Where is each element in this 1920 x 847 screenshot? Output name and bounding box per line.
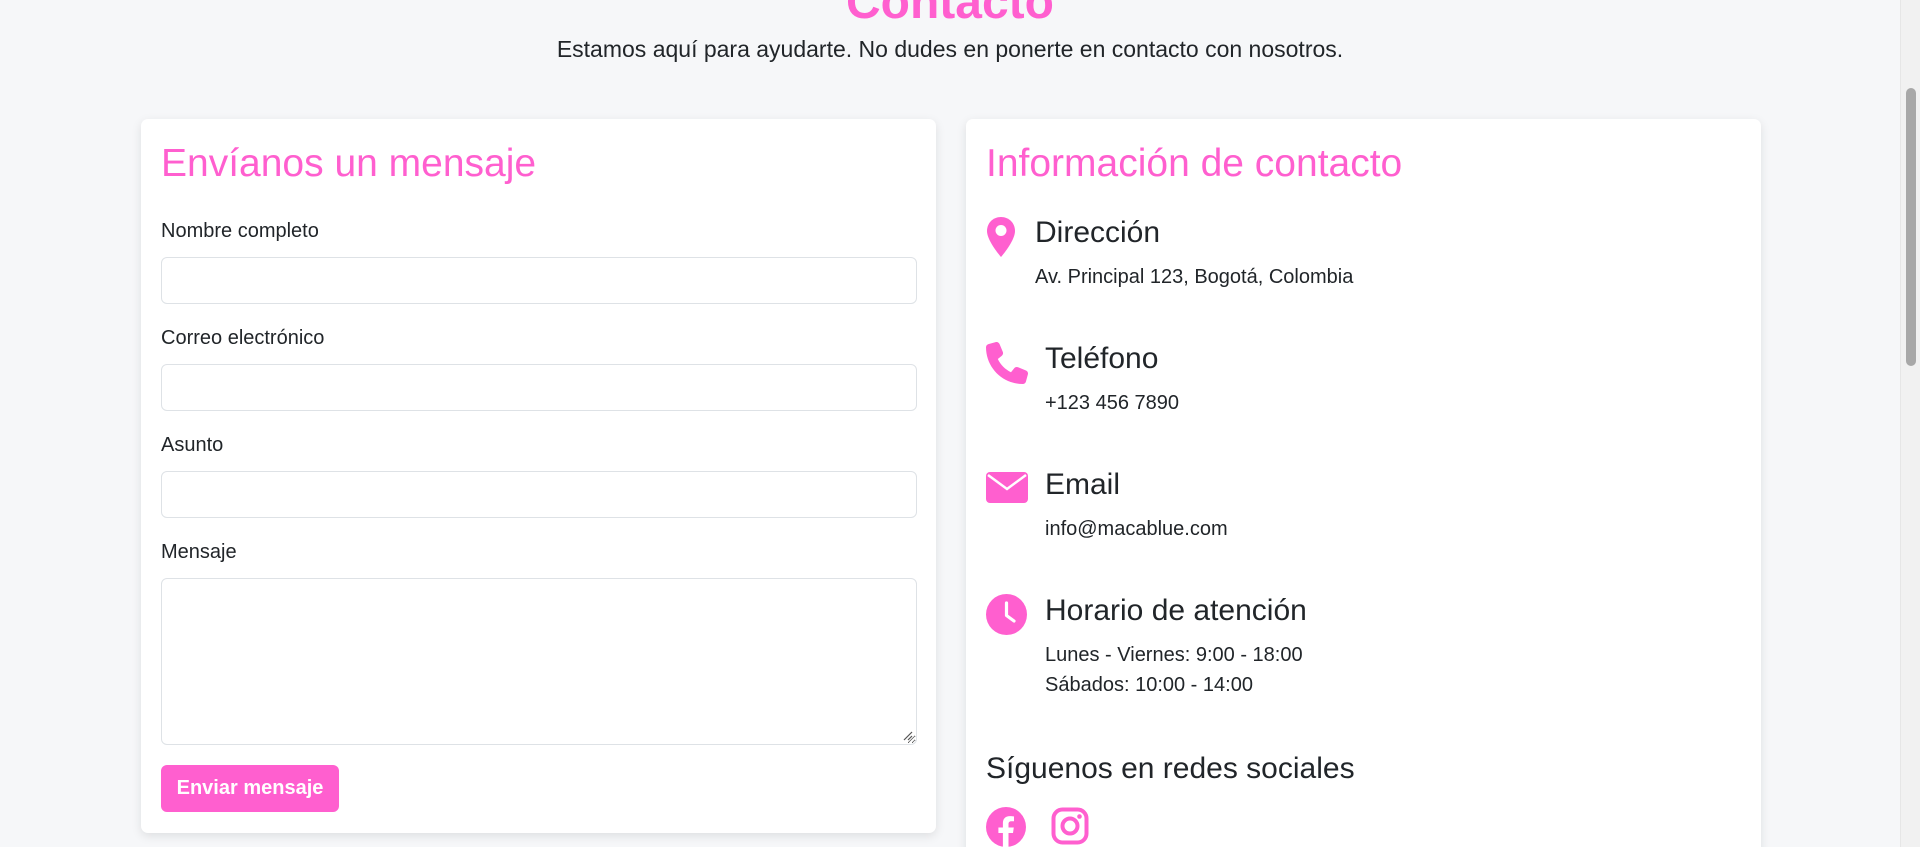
address-text: Av. Principal 123, Bogotá, Colombia — [1035, 266, 1354, 288]
message-label: Mensaje — [161, 541, 237, 563]
phone-text: +123 456 7890 — [1045, 392, 1180, 414]
address-title: Dirección — [1035, 216, 1161, 249]
contact-info-card: Información de contacto Dirección Av. Pr… — [966, 119, 1761, 847]
form-heading: Envíanos un mensaje — [161, 142, 537, 185]
map-pin-icon — [987, 217, 1015, 257]
subject-input[interactable] — [161, 471, 917, 518]
phone-title: Teléfono — [1045, 342, 1159, 375]
hours-saturday: Sábados: 10:00 - 14:00 — [1045, 674, 1253, 696]
email-input[interactable] — [161, 364, 917, 411]
page-subtitle: Estamos aquí para ayudarte. No dudes en … — [556, 36, 1344, 62]
name-input[interactable] — [161, 257, 917, 304]
resize-handle-icon[interactable] — [901, 729, 913, 741]
name-label: Nombre completo — [161, 220, 319, 242]
message-textarea[interactable] — [161, 578, 917, 745]
hours-title: Horario de atención — [1045, 594, 1307, 627]
subject-label: Asunto — [161, 434, 224, 456]
send-message-button[interactable]: Enviar mensaje — [161, 765, 339, 812]
message-form-card: Envíanos un mensaje Nombre completo Corr… — [141, 119, 936, 833]
hours-weekdays: Lunes - Viernes: 9:00 - 18:00 — [1045, 644, 1303, 666]
info-heading: Información de contacto — [986, 142, 1403, 185]
scrollbar-thumb[interactable] — [1906, 88, 1916, 366]
page-title: Contacto — [846, 0, 1054, 29]
social-heading: Síguenos en redes sociales — [986, 752, 1355, 785]
email-text: info@macablue.com — [1045, 518, 1228, 540]
email-label: Correo electrónico — [161, 327, 325, 349]
instagram-icon[interactable] — [1051, 807, 1089, 845]
page-scrollbar[interactable] — [1900, 0, 1920, 847]
envelope-icon — [986, 472, 1028, 503]
clock-icon — [986, 594, 1027, 635]
phone-icon — [986, 342, 1028, 384]
facebook-icon[interactable] — [986, 807, 1026, 847]
email-title: Email — [1045, 468, 1121, 501]
contact-page: Contacto Estamos aquí para ayudarte. No … — [0, 0, 1920, 847]
